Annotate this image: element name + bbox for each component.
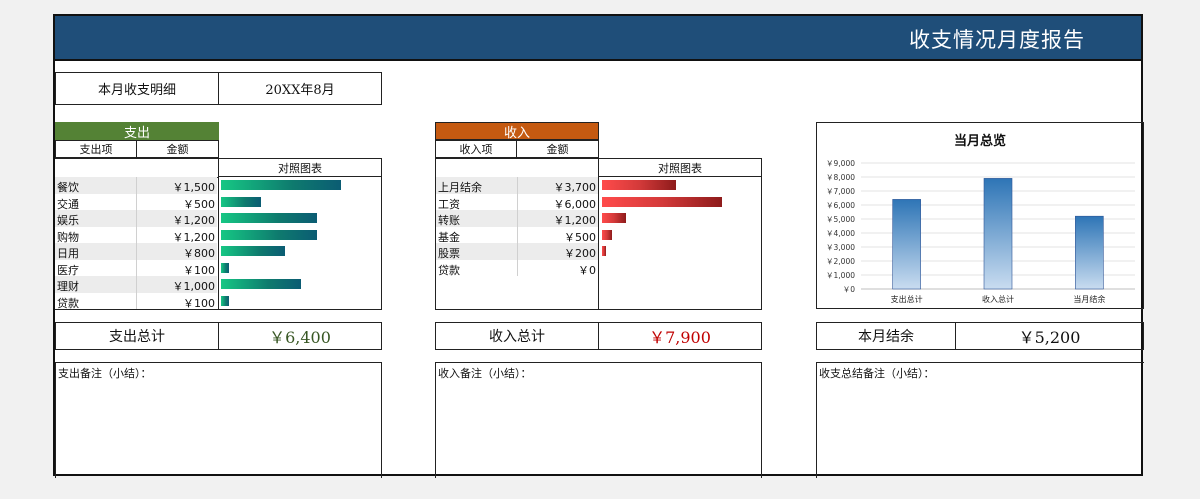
expense-row[interactable]: 娱乐 ￥1,200 bbox=[55, 210, 217, 227]
expense-row[interactable]: 餐饮 ￥1,500 bbox=[55, 177, 217, 194]
balance-value[interactable]: ￥5,200 bbox=[955, 322, 1144, 350]
income-bar bbox=[602, 246, 606, 256]
income-note[interactable]: 收入备注（小结）： bbox=[435, 362, 762, 478]
divider bbox=[136, 243, 137, 260]
expense-item-name: 贷款 bbox=[57, 296, 79, 310]
overview-chart-svg: 当月总览 ￥0 ￥1,000 ￥2,000 ￥3,000 ￥4,000 ￥5,000 ￥6,… bbox=[826, 133, 1135, 304]
divider bbox=[136, 259, 137, 276]
income-row[interactable]: 基金 ￥500 bbox=[436, 226, 598, 244]
x-category-label: 当月结余 bbox=[1073, 294, 1105, 304]
divider bbox=[517, 243, 518, 260]
expense-row[interactable]: 购物 ￥1,200 bbox=[55, 226, 217, 244]
income-note-label: 收入备注（小结）： bbox=[438, 367, 532, 380]
divider bbox=[136, 177, 137, 194]
divider bbox=[517, 193, 518, 210]
divider bbox=[517, 177, 518, 194]
overview-chart[interactable]: 当月总览 ￥0 ￥1,000 ￥2,000 ￥3,000 ￥4,000 ￥5,000 ￥6,… bbox=[816, 122, 1144, 309]
expense-bar bbox=[221, 213, 317, 223]
divider bbox=[517, 226, 518, 243]
income-header: 收入 bbox=[436, 123, 598, 141]
income-col-amount: 金额 bbox=[516, 140, 599, 158]
chart-title: 当月总览 bbox=[954, 133, 1006, 149]
expense-row[interactable]: 日用 ￥800 bbox=[55, 243, 217, 260]
y-tick-label: ￥7,000 bbox=[826, 187, 855, 196]
chart-bar[interactable] bbox=[983, 178, 1013, 290]
x-category-label: 收入总计 bbox=[982, 294, 1014, 304]
expense-bar bbox=[221, 180, 341, 190]
expense-row[interactable]: 理财 ￥1,000 bbox=[55, 276, 217, 293]
divider bbox=[136, 193, 137, 210]
income-header-cell: 收入 bbox=[435, 122, 599, 141]
summary-note[interactable]: 收支总结备注（小结）： bbox=[816, 362, 1144, 478]
month-label: 本月收支明细 bbox=[55, 72, 219, 105]
expense-list: 餐饮 ￥1,500 交通 ￥500 娱乐 ￥1,200 购物 ￥1,200 日用 ￥800 医疗 ￥1… bbox=[55, 177, 382, 310]
income-bar bbox=[602, 229, 612, 240]
income-bar bbox=[602, 196, 722, 207]
y-tick-label: ￥9,000 bbox=[826, 159, 855, 168]
expense-row[interactable]: 交通 ￥500 bbox=[55, 193, 217, 211]
expense-col-item: 支出项 bbox=[55, 140, 137, 158]
expense-bar bbox=[221, 262, 229, 273]
expense-row[interactable]: 贷款 ￥100 bbox=[55, 292, 217, 310]
x-category-label: 支出总计 bbox=[891, 294, 923, 304]
divider bbox=[136, 210, 137, 227]
y-tick-label: ￥2,000 bbox=[826, 257, 855, 266]
expense-item-amount: ￥100 bbox=[183, 296, 215, 310]
income-bar bbox=[602, 213, 626, 223]
y-tick-label: ￥4,000 bbox=[826, 229, 855, 238]
expense-bar bbox=[221, 279, 301, 289]
title-bar: 收支情况月度报告 bbox=[55, 16, 1141, 61]
expense-header: 支出 bbox=[55, 122, 219, 141]
divider bbox=[136, 276, 137, 293]
expense-bar bbox=[221, 295, 229, 306]
expense-note[interactable]: 支出备注（小结）： bbox=[55, 362, 382, 478]
y-tick-label: ￥0 bbox=[843, 285, 855, 294]
expense-row[interactable]: 医疗 ￥100 bbox=[55, 259, 217, 277]
y-tick-label: ￥3,000 bbox=[826, 243, 855, 252]
y-tick-label: ￥5,000 bbox=[826, 215, 855, 224]
income-total-label: 收入总计 bbox=[435, 322, 599, 350]
chart-bar[interactable] bbox=[1075, 215, 1104, 290]
y-tick-label: ￥6,000 bbox=[826, 201, 855, 210]
divider bbox=[517, 210, 518, 227]
income-row[interactable]: 工资 ￥6,000 bbox=[436, 193, 598, 211]
income-row[interactable]: 转账 ￥1,200 bbox=[436, 210, 598, 227]
income-total-value[interactable]: ￥7,900 bbox=[598, 322, 762, 350]
income-bar bbox=[602, 180, 676, 190]
divider bbox=[136, 292, 137, 309]
expense-bar bbox=[221, 229, 317, 240]
month-value[interactable]: 20XX年8月 bbox=[218, 72, 382, 105]
income-row[interactable]: 贷款 ￥0 bbox=[436, 259, 598, 277]
y-tick-label: ￥8,000 bbox=[826, 173, 855, 182]
expense-header-cell: 支出 bbox=[55, 122, 219, 141]
income-row[interactable]: 股票 ￥200 bbox=[436, 243, 598, 260]
income-item-amount: ￥0 bbox=[578, 263, 596, 277]
balance-label: 本月结余 bbox=[816, 322, 956, 350]
income-item-name: 贷款 bbox=[438, 263, 460, 277]
expense-col-amount: 金额 bbox=[136, 140, 219, 158]
chart-bar[interactable] bbox=[892, 199, 921, 290]
summary-note-label: 收支总结备注（小结）： bbox=[819, 367, 935, 380]
divider bbox=[136, 226, 137, 243]
expense-note-label: 支出备注（小结）： bbox=[58, 367, 152, 380]
expense-bar bbox=[221, 196, 261, 207]
income-row[interactable]: 上月结余 ￥3,700 bbox=[436, 177, 598, 194]
expense-total-label: 支出总计 bbox=[55, 322, 219, 350]
report-title: 收支情况月度报告 bbox=[909, 28, 1085, 52]
expense-bar bbox=[221, 246, 285, 256]
expense-total-value[interactable]: ￥6,400 bbox=[218, 322, 382, 350]
income-col-item: 收入项 bbox=[435, 140, 517, 158]
y-tick-label: ￥1,000 bbox=[826, 271, 855, 280]
report-sheet: 收支情况月度报告 本月收支明细 20XX年8月 支出 支出项 金额 对照图表 餐… bbox=[53, 14, 1144, 478]
income-list: 上月结余 ￥3,700 工资 ￥6,000 转账 ￥1,200 基金 ￥500 股票 ￥200 贷款… bbox=[436, 177, 762, 309]
divider bbox=[517, 259, 518, 276]
